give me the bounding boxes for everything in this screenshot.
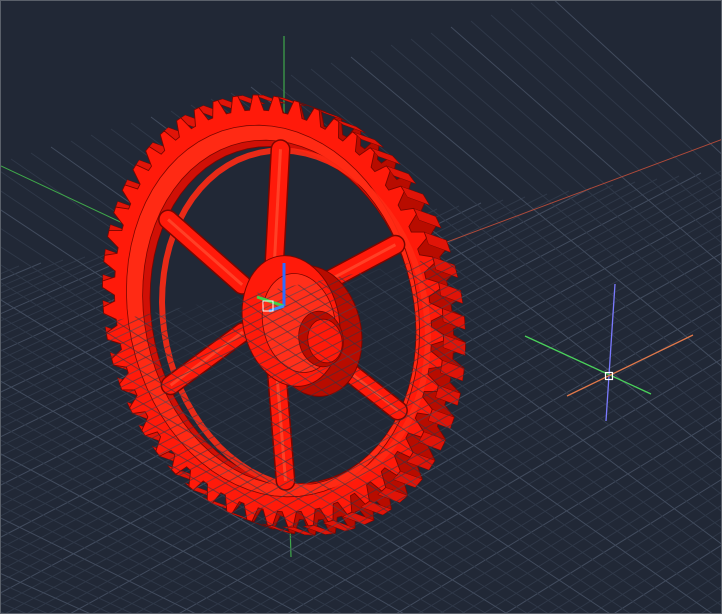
grid-line <box>490 14 721 222</box>
drawing-viewport[interactable] <box>0 0 722 614</box>
grid-line <box>681 53 722 614</box>
grid-line <box>1 611 5 613</box>
grid-line <box>450 251 471 561</box>
grid-line <box>61 350 72 561</box>
model-canvas[interactable] <box>1 1 722 614</box>
grid-line <box>703 50 722 614</box>
grid-line <box>681 53 722 614</box>
grid-line <box>615 62 722 614</box>
grid-line <box>450 26 721 265</box>
grid-line <box>491 15 722 614</box>
grid-line <box>1 259 64 287</box>
grid-line <box>703 50 722 614</box>
grid-line <box>657 572 721 613</box>
grid-line <box>527 74 722 614</box>
grid-line <box>61 259 64 561</box>
grid-line <box>551 1 722 614</box>
grid-line <box>554 1 721 155</box>
grid-line <box>570 518 721 613</box>
